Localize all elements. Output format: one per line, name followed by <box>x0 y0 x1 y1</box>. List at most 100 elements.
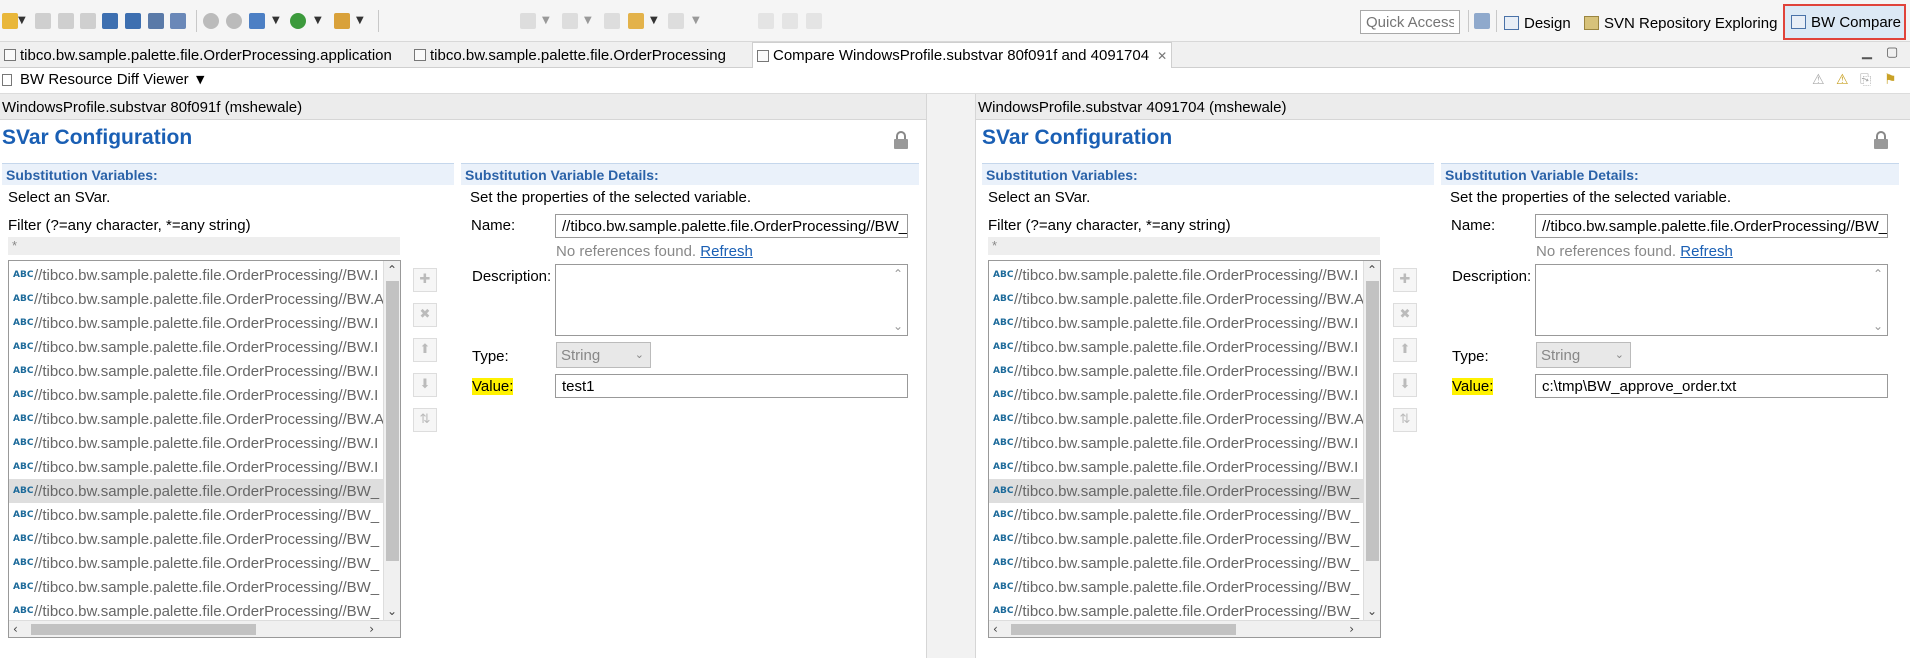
minimize-icon[interactable]: ▁ <box>1862 44 1872 60</box>
add-icon[interactable]: ✚ <box>413 268 437 292</box>
warning-icon[interactable]: ⚠ <box>1812 72 1825 88</box>
deploy-icon[interactable] <box>125 13 141 29</box>
save-all-icon[interactable] <box>58 13 74 29</box>
type-select[interactable]: String ⌄ <box>556 342 651 368</box>
chevron-down-icon[interactable]: ⌄ <box>1873 319 1883 333</box>
list-item[interactable]: ABC//tibco.bw.sample.palette.file.OrderP… <box>9 311 383 335</box>
move-down-icon[interactable]: ⬇ <box>413 373 437 397</box>
chevron-down-icon[interactable]: ▼ <box>272 15 280 26</box>
list-item[interactable]: ABC//tibco.bw.sample.palette.file.OrderP… <box>9 527 383 551</box>
save-icon[interactable] <box>35 13 51 29</box>
chevron-left-icon[interactable]: ‹ <box>13 622 18 636</box>
list-item[interactable]: ABC//tibco.bw.sample.palette.file.OrderP… <box>989 479 1363 503</box>
refresh-link[interactable]: Refresh <box>1680 243 1733 260</box>
chevron-down-icon[interactable]: ▼ <box>18 15 26 26</box>
vertical-scrollbar[interactable]: ⌃ ⌄ <box>383 261 400 620</box>
svar-list[interactable]: ABC//tibco.bw.sample.palette.file.OrderP… <box>8 260 401 638</box>
list-item[interactable]: ABC//tibco.bw.sample.palette.file.OrderP… <box>989 455 1363 479</box>
sort-icon[interactable]: ⇅ <box>413 408 437 432</box>
new-module-icon[interactable] <box>102 13 118 29</box>
list-item[interactable]: ABC//tibco.bw.sample.palette.file.OrderP… <box>9 383 383 407</box>
chevron-up-icon[interactable]: ⌃ <box>387 263 397 277</box>
list-item[interactable]: ABC//tibco.bw.sample.palette.file.OrderP… <box>9 335 383 359</box>
nav-back-icon[interactable] <box>628 13 644 29</box>
run-app-icon[interactable] <box>290 13 306 29</box>
gear-icon[interactable] <box>226 13 242 29</box>
svar-list[interactable]: ABC//tibco.bw.sample.palette.file.OrderP… <box>988 260 1381 638</box>
move-up-icon[interactable]: ⬆ <box>1393 338 1417 362</box>
description-field[interactable]: ⌃ ⌄ <box>555 264 908 336</box>
maximize-icon[interactable]: ▢ <box>1886 44 1898 60</box>
warning-all-icon[interactable]: ⚠ <box>1836 72 1849 88</box>
value-field[interactable]: test1 <box>555 374 908 398</box>
chevron-right-icon[interactable]: › <box>1349 622 1354 636</box>
delete-icon[interactable]: ✖ <box>413 303 437 327</box>
chevron-down-icon[interactable]: ▼ <box>356 15 364 26</box>
tab-application[interactable]: tibco.bw.sample.palette.file.OrderProces… <box>0 42 396 68</box>
move-up-icon[interactable]: ⬆ <box>413 338 437 362</box>
chevron-up-icon[interactable]: ⌃ <box>893 267 903 281</box>
delete-icon[interactable]: ✖ <box>1393 303 1417 327</box>
list-item[interactable]: ABC//tibco.bw.sample.palette.file.OrderP… <box>989 335 1363 359</box>
chevron-down-icon[interactable]: ⌄ <box>893 319 903 333</box>
list-item[interactable]: ABC//tibco.bw.sample.palette.file.OrderP… <box>9 431 383 455</box>
nav-forward-icon[interactable] <box>668 13 684 29</box>
scroll-thumb[interactable] <box>1366 281 1379 561</box>
list-item[interactable]: ABC//tibco.bw.sample.palette.file.OrderP… <box>9 359 383 383</box>
list-item[interactable]: ABC//tibco.bw.sample.palette.file.OrderP… <box>9 263 383 287</box>
new-icon[interactable] <box>2 13 18 29</box>
run-icon[interactable] <box>170 13 186 29</box>
list-item[interactable]: ABC//tibco.bw.sample.palette.file.OrderP… <box>9 287 384 311</box>
compare-icon[interactable] <box>758 13 774 29</box>
close-icon[interactable]: ✕ <box>1157 49 1167 63</box>
list-item[interactable]: ABC//tibco.bw.sample.palette.file.OrderP… <box>989 359 1363 383</box>
copy-all-icon[interactable]: ⎘ <box>1860 72 1871 88</box>
settings-icon[interactable] <box>203 13 219 29</box>
list-item[interactable]: ABC//tibco.bw.sample.palette.file.OrderP… <box>989 263 1363 287</box>
list-item[interactable]: ABC//tibco.bw.sample.palette.file.OrderP… <box>9 503 383 527</box>
tab-order-processing[interactable]: tibco.bw.sample.palette.file.OrderProces… <box>410 42 730 68</box>
chevron-down-icon[interactable]: ▼ <box>692 15 700 26</box>
list-item[interactable]: ABC//tibco.bw.sample.palette.file.OrderP… <box>9 455 383 479</box>
copy-right-icon[interactable] <box>806 13 822 29</box>
move-down-icon[interactable]: ⬇ <box>1393 373 1417 397</box>
chevron-up-icon[interactable]: ⌃ <box>1367 263 1377 277</box>
copy-left-icon[interactable] <box>782 13 798 29</box>
next-annotation-icon[interactable] <box>520 13 536 29</box>
prev-annotation-icon[interactable] <box>562 13 578 29</box>
tab-compare[interactable]: Compare WindowsProfile.substvar 80f091f … <box>752 42 1173 68</box>
chevron-down-icon[interactable]: ▼ <box>650 15 658 26</box>
debug-icon[interactable] <box>148 13 164 29</box>
sort-icon[interactable]: ⇅ <box>1393 408 1417 432</box>
list-item[interactable]: ABC//tibco.bw.sample.palette.file.OrderP… <box>989 503 1363 527</box>
horizontal-scrollbar[interactable]: ‹ › <box>989 620 1380 637</box>
scroll-thumb[interactable] <box>386 281 399 561</box>
quick-access-input[interactable] <box>1360 10 1460 34</box>
print-icon[interactable] <box>80 13 96 29</box>
open-perspective-icon[interactable] <box>1474 13 1490 29</box>
type-select[interactable]: String ⌄ <box>1536 342 1631 368</box>
chevron-down-icon[interactable]: ▼ <box>314 15 322 26</box>
vertical-scrollbar[interactable]: ⌃ ⌄ <box>1363 261 1380 620</box>
list-item[interactable]: ABC//tibco.bw.sample.palette.file.OrderP… <box>989 527 1363 551</box>
perspective-bw-compare[interactable]: BW Compare <box>1783 4 1906 40</box>
palette-icon[interactable] <box>249 13 265 29</box>
value-field[interactable]: c:\tmp\BW_approve_order.txt <box>1535 374 1888 398</box>
chevron-down-icon[interactable]: ▼ <box>584 15 592 26</box>
perspective-design[interactable]: Design <box>1504 10 1571 36</box>
description-field[interactable]: ⌃ ⌄ <box>1535 264 1888 336</box>
list-item[interactable]: ABC//tibco.bw.sample.palette.file.OrderP… <box>989 407 1364 431</box>
last-edit-icon[interactable] <box>604 13 620 29</box>
add-icon[interactable]: ✚ <box>1393 268 1417 292</box>
list-item[interactable]: ABC//tibco.bw.sample.palette.file.OrderP… <box>989 551 1363 575</box>
perspective-svn[interactable]: SVN Repository Exploring <box>1584 10 1777 36</box>
list-item[interactable]: ABC//tibco.bw.sample.palette.file.OrderP… <box>9 551 383 575</box>
filter-input[interactable]: * <box>8 237 400 255</box>
chevron-right-icon[interactable]: › <box>369 622 374 636</box>
scroll-thumb[interactable] <box>1011 624 1236 635</box>
list-item[interactable]: ABC//tibco.bw.sample.palette.file.OrderP… <box>989 431 1363 455</box>
chevron-down-icon[interactable]: ⌄ <box>1367 604 1377 618</box>
chevron-up-icon[interactable]: ⌃ <box>1873 267 1883 281</box>
list-item[interactable]: ABC//tibco.bw.sample.palette.file.OrderP… <box>9 407 384 431</box>
horizontal-scrollbar[interactable]: ‹ › <box>9 620 400 637</box>
